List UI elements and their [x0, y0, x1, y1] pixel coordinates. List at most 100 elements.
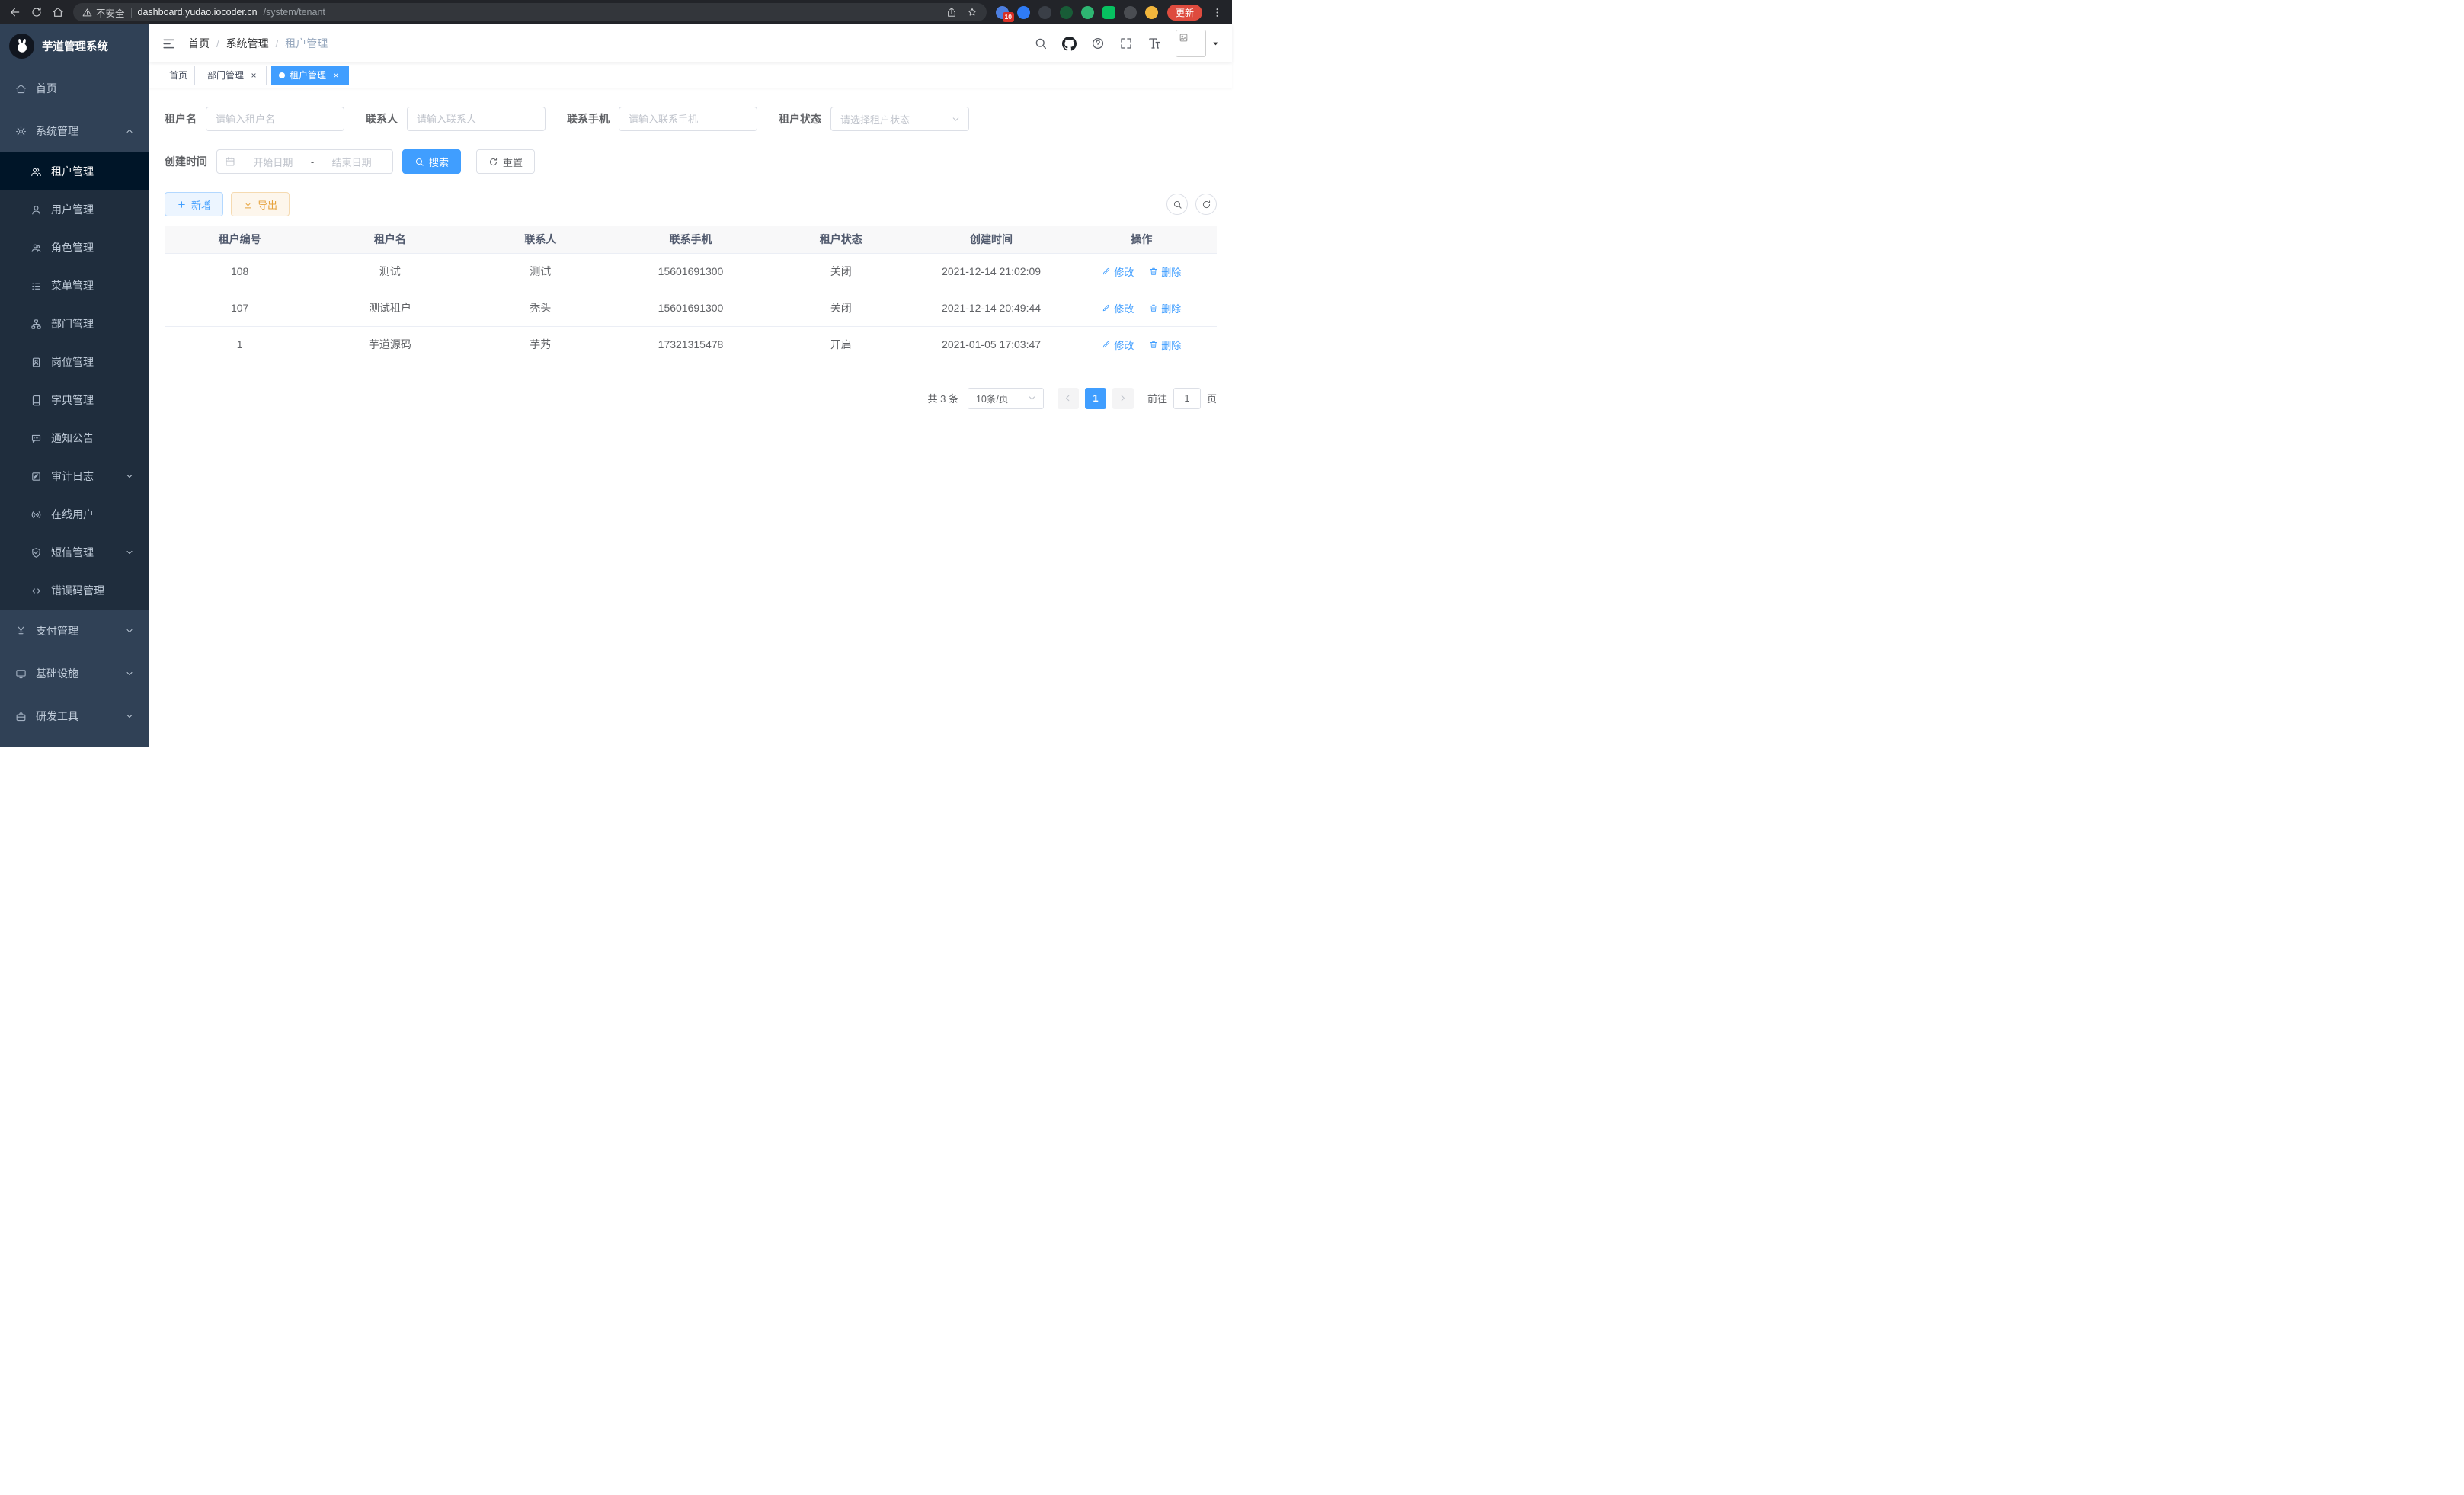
sidebar-item-dept-management[interactable]: 部门管理: [0, 305, 149, 343]
delete-link[interactable]: 删除: [1149, 338, 1181, 352]
share-icon[interactable]: [946, 7, 957, 18]
export-button[interactable]: 导出: [231, 192, 290, 216]
briefcase-icon: [15, 711, 27, 722]
edit-link[interactable]: 修改: [1102, 338, 1134, 352]
extension-icon-7[interactable]: [1124, 6, 1137, 19]
sidebar-item-error-code-management[interactable]: 错误码管理: [0, 571, 149, 610]
phone-input[interactable]: [619, 107, 757, 131]
sidebar-item-infrastructure[interactable]: 基础设施: [0, 652, 149, 695]
sidebar-item-post-management[interactable]: 岗位管理: [0, 343, 149, 381]
goto-unit: 页: [1207, 391, 1217, 405]
sidebar-item-menu-management[interactable]: 菜单管理: [0, 267, 149, 305]
refresh-table-button[interactable]: [1195, 194, 1217, 215]
trash-icon: [1149, 340, 1158, 349]
sidebar-toggle-icon[interactable]: [149, 24, 188, 62]
audit-log-icon: [30, 471, 42, 482]
goto-label: 前往: [1147, 391, 1167, 405]
close-icon[interactable]: ×: [248, 70, 259, 81]
delete-link[interactable]: 删除: [1149, 301, 1181, 315]
extension-icon-2[interactable]: [1017, 6, 1030, 19]
tenant-status-select[interactable]: 请选择租户状态: [830, 107, 969, 131]
refresh-icon: [488, 157, 498, 167]
breadcrumb-current: 租户管理: [285, 36, 328, 51]
sidebar-item-role-management[interactable]: 角色管理: [0, 229, 149, 267]
sidebar-item-payment-management[interactable]: 支付管理: [0, 610, 149, 652]
col-tenant-id: 租户编号: [165, 226, 315, 253]
date-end-placeholder: 结束日期: [318, 155, 385, 169]
fullscreen-icon[interactable]: [1119, 37, 1133, 50]
search-button[interactable]: 搜索: [402, 149, 461, 174]
back-icon[interactable]: [9, 6, 21, 18]
next-page-button[interactable]: [1112, 388, 1134, 409]
browser-menu-kebab-icon[interactable]: [1211, 7, 1223, 18]
col-tenant-name: 租户名: [315, 226, 465, 253]
sidebar-item-audit-log[interactable]: 审计日志: [0, 457, 149, 495]
current-page-button[interactable]: 1: [1085, 388, 1106, 409]
prev-page-button[interactable]: [1058, 388, 1079, 409]
extension-icon-3[interactable]: [1038, 6, 1051, 19]
github-icon[interactable]: [1062, 37, 1077, 51]
app-title: 芋道管理系统: [42, 38, 108, 54]
tab-tenant-management[interactable]: 租户管理 ×: [271, 66, 349, 85]
browser-update-button[interactable]: 更新: [1167, 5, 1202, 21]
breadcrumb-system[interactable]: 系统管理: [226, 36, 269, 51]
sidebar-item-user-management[interactable]: 用户管理: [0, 190, 149, 229]
close-icon[interactable]: ×: [331, 70, 341, 81]
sidebar-item-notice[interactable]: 通知公告: [0, 419, 149, 457]
edit-link[interactable]: 修改: [1102, 264, 1134, 279]
address-bar[interactable]: 不安全 dashboard.yudao.iocoder.cn/system/te…: [73, 3, 987, 21]
delete-link[interactable]: 删除: [1149, 264, 1181, 279]
sidebar: 芋道管理系统 首页 系统管理 租户管理 用户管理 角色管: [0, 24, 149, 748]
browser-chrome: 不安全 dashboard.yudao.iocoder.cn/system/te…: [0, 0, 1232, 24]
goto-page-input[interactable]: [1173, 388, 1201, 409]
code-icon: [30, 585, 42, 597]
header-search-icon[interactable]: [1034, 37, 1048, 50]
app-logo[interactable]: 芋道管理系统: [0, 24, 149, 67]
status-text: 关闭: [766, 290, 916, 326]
sidebar-item-home[interactable]: 首页: [0, 67, 149, 110]
navbar-actions: [1034, 30, 1232, 57]
sidebar-item-sms-management[interactable]: 短信管理: [0, 533, 149, 571]
toggle-search-button[interactable]: [1166, 194, 1188, 215]
table-row: 107 测试租户 秃头 15601691300 关闭 2021-12-14 20…: [165, 290, 1217, 326]
page-size-select[interactable]: 10条/页: [968, 388, 1044, 409]
browser-home-icon[interactable]: [52, 6, 64, 18]
broken-image-icon: [1179, 33, 1189, 43]
sidebar-item-dict-management[interactable]: 字典管理: [0, 381, 149, 419]
profile-avatar-icon[interactable]: [1145, 6, 1158, 19]
sidebar-item-system-management[interactable]: 系统管理: [0, 110, 149, 152]
sidebar-item-tenant-management[interactable]: 租户管理: [0, 152, 149, 190]
caret-down-icon: [1211, 40, 1220, 48]
contact-input[interactable]: [407, 107, 546, 131]
chevron-up-icon: [125, 126, 134, 136]
create-time-range-picker[interactable]: 开始日期 - 结束日期: [216, 149, 393, 174]
user-icon: [30, 204, 42, 216]
breadcrumb-home[interactable]: 首页: [188, 36, 210, 51]
tab-home[interactable]: 首页: [162, 66, 195, 85]
bookmark-star-icon[interactable]: [967, 7, 978, 18]
sidebar-item-online-users[interactable]: 在线用户: [0, 495, 149, 533]
tab-dept-management[interactable]: 部门管理 ×: [200, 66, 267, 85]
font-size-icon[interactable]: [1147, 37, 1161, 50]
tenant-name-input[interactable]: [206, 107, 344, 131]
help-icon[interactable]: [1091, 37, 1105, 50]
edit-link[interactable]: 修改: [1102, 301, 1134, 315]
security-status[interactable]: 不安全: [82, 5, 125, 20]
extension-icon-6[interactable]: [1102, 6, 1115, 19]
add-button[interactable]: 新增: [165, 192, 223, 216]
user-avatar[interactable]: [1176, 30, 1220, 57]
pagination-total: 共 3 条: [928, 391, 958, 405]
table-row: 108 测试 测试 15601691300 关闭 2021-12-14 21:0…: [165, 253, 1217, 290]
extension-icon-5[interactable]: [1081, 6, 1094, 19]
reload-icon[interactable]: [30, 6, 43, 18]
breadcrumb-separator: /: [276, 38, 279, 50]
extension-icon-4[interactable]: [1060, 6, 1073, 19]
tags-view-bar: 首页 部门管理 × 租户管理 ×: [149, 62, 1232, 88]
active-tab-dot: [279, 72, 285, 78]
status-text: 开启: [766, 326, 916, 363]
trash-icon: [1149, 267, 1158, 276]
reset-button[interactable]: 重置: [476, 149, 535, 174]
pagination: 共 3 条 10条/页 1 前往 页: [165, 388, 1217, 409]
extension-icon-1[interactable]: 10: [996, 6, 1009, 19]
sidebar-item-dev-tools[interactable]: 研发工具: [0, 695, 149, 738]
